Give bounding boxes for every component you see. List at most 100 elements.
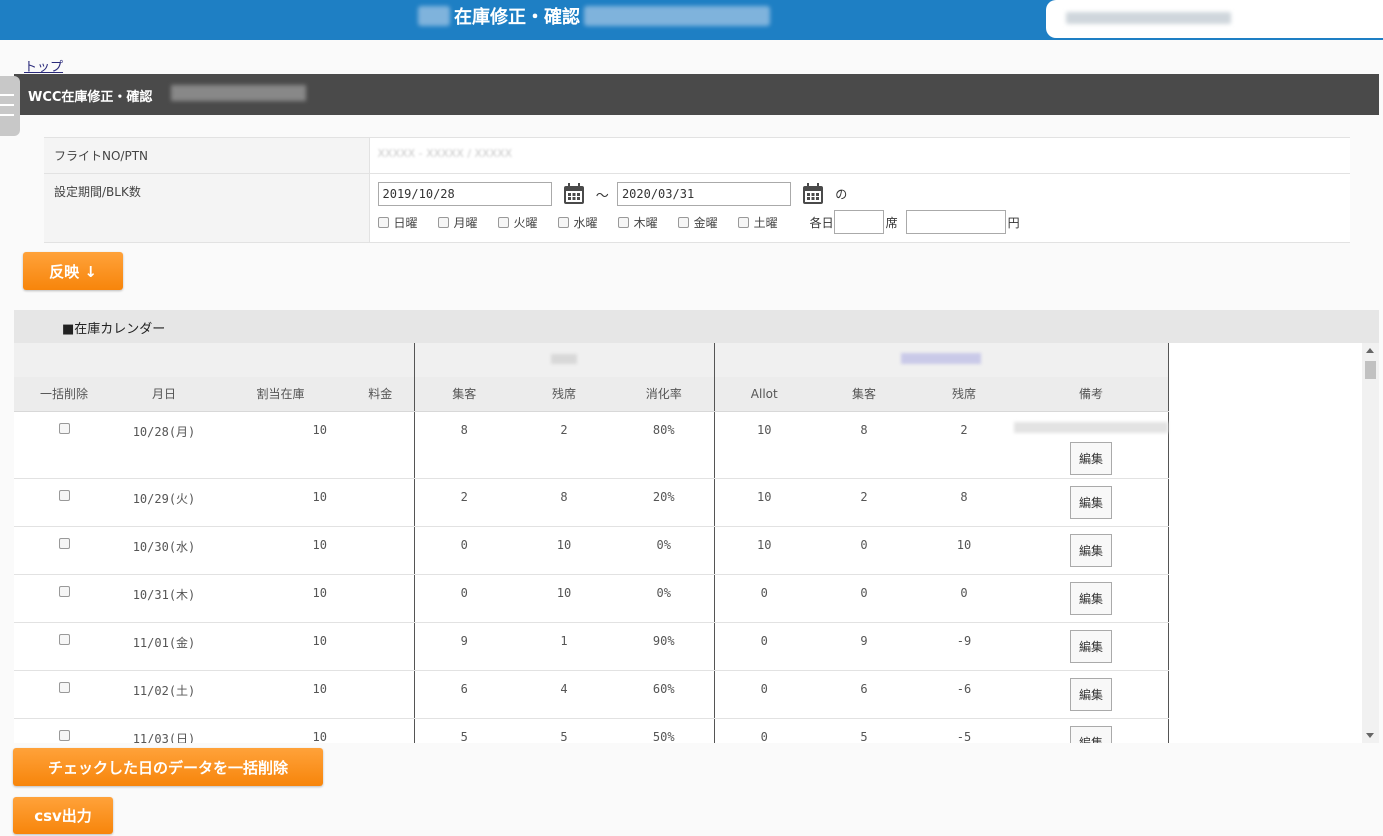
start-date-input[interactable]: 2019/10/28 — [377, 182, 552, 206]
user-info-box[interactable] — [1046, 0, 1383, 38]
edit-button[interactable]: 編集 — [1069, 533, 1112, 567]
cell-booked: 0 — [814, 526, 914, 575]
cell-checkbox — [14, 526, 114, 575]
edit-button[interactable]: 編集 — [1069, 725, 1112, 743]
edit-button[interactable]: 編集 — [1069, 485, 1112, 519]
cell-remarks: 編集 — [1014, 718, 1169, 743]
cell-allocated: 10 — [214, 526, 347, 575]
edit-button[interactable]: 編集 — [1069, 629, 1112, 663]
checkbox[interactable] — [617, 216, 629, 228]
scroll-down-icon[interactable] — [1366, 733, 1374, 738]
partner-group-header[interactable] — [713, 343, 1169, 377]
cell-booked: 6 — [814, 670, 914, 719]
col-remaining: 残席 — [914, 377, 1014, 412]
weekday-fri[interactable]: 金曜 — [677, 214, 718, 231]
cell-booked: 2 — [814, 478, 914, 527]
weekday-tue[interactable]: 火曜 — [497, 214, 538, 231]
price-input[interactable] — [905, 210, 1006, 234]
cell-wcc-remaining: 2 — [514, 411, 614, 479]
table-row: 11/02(土) 10 6 4 60% 0 6 -6 編集 — [14, 670, 1169, 719]
col-allocated: 割当在庫 — [214, 377, 347, 412]
cell-fee — [347, 478, 414, 527]
range-separator: 〜 — [595, 188, 609, 204]
col-consumption-rate: 消化率 — [614, 377, 714, 412]
table-row: 11/03(日) 10 5 5 50% 0 5 -5 編集 — [14, 718, 1169, 743]
scroll-up-icon[interactable] — [1366, 348, 1374, 353]
csv-export-button[interactable]: csv出力 — [13, 797, 113, 834]
row-delete-checkbox[interactable] — [58, 489, 70, 501]
cell-date: 10/28(月) — [114, 411, 214, 479]
checkbox[interactable] — [437, 216, 449, 228]
weekday-mon[interactable]: 月曜 — [437, 214, 478, 231]
calendar-icon[interactable] — [562, 182, 586, 206]
breadcrumb-top-link[interactable]: トップ — [24, 56, 63, 75]
cell-wcc-remaining: 10 — [514, 526, 614, 575]
grid-scrollbar[interactable] — [1362, 343, 1379, 743]
cell-allot: 10 — [713, 478, 814, 527]
bulk-delete-button[interactable]: チェックした日のデータを一括削除 — [13, 748, 323, 786]
yen-unit: 円 — [1007, 215, 1020, 230]
seats-input[interactable] — [833, 210, 884, 234]
weekday-thu[interactable]: 木曜 — [617, 214, 658, 231]
seats-unit: 席 — [885, 215, 898, 230]
cell-remarks: 編集 — [1014, 670, 1169, 719]
checkbox[interactable] — [557, 216, 569, 228]
side-menu-toggle[interactable] — [0, 76, 20, 136]
cell-allocated: 10 — [214, 478, 347, 527]
menu-bar-icon — [0, 94, 14, 96]
table-row: 11/01(金) 10 9 1 90% 0 9 -9 編集 — [14, 622, 1169, 671]
cell-wcc-remaining: 8 — [514, 478, 614, 527]
cell-date: 10/29(火) — [114, 478, 214, 527]
weekday-sun[interactable]: 日曜 — [377, 214, 418, 231]
checkbox[interactable] — [377, 216, 389, 228]
cell-remaining: 8 — [914, 478, 1014, 527]
flight-no-label: フライトNO/PTN — [44, 137, 370, 174]
cell-consumption-rate: 0% — [614, 574, 714, 623]
weekday-wed[interactable]: 水曜 — [557, 214, 598, 231]
edit-button[interactable]: 編集 — [1069, 581, 1112, 615]
inventory-grid: 一括削除 月日 割当在庫 料金 集客 残席 消化率 Allot 集客 残席 備考… — [14, 343, 1169, 743]
redacted-suffix — [584, 6, 770, 26]
each-day-label: 各日 — [809, 215, 834, 230]
edit-button[interactable]: 編集 — [1069, 677, 1112, 711]
row-delete-checkbox[interactable] — [58, 537, 70, 549]
cell-remarks: 編集 — [1014, 574, 1169, 623]
cell-consumption-rate: 60% — [614, 670, 714, 719]
checkbox[interactable] — [677, 216, 689, 228]
row-delete-checkbox[interactable] — [58, 422, 70, 434]
reflect-button[interactable]: 反映 ↓ — [23, 252, 123, 290]
cell-allocated: 10 — [214, 574, 347, 623]
cell-checkbox — [14, 670, 114, 719]
cell-date: 11/02(土) — [114, 670, 214, 719]
checkbox[interactable] — [737, 216, 749, 228]
row-delete-checkbox[interactable] — [58, 681, 70, 693]
cell-checkbox — [14, 478, 114, 527]
app-header: 在庫修正・確認 — [0, 0, 1383, 40]
inventory-grid-viewport[interactable]: 一括削除 月日 割当在庫 料金 集客 残席 消化率 Allot 集客 残席 備考… — [14, 343, 1379, 743]
end-date-input[interactable]: 2020/03/31 — [616, 182, 791, 206]
col-allot: Allot — [713, 377, 814, 412]
weekday-sat[interactable]: 土曜 — [737, 214, 778, 231]
cell-checkbox — [14, 574, 114, 623]
col-fee: 料金 — [347, 377, 414, 412]
cell-booked: 9 — [814, 622, 914, 671]
edit-button[interactable]: 編集 — [1069, 441, 1112, 475]
redacted-group-link — [901, 353, 982, 364]
cell-allocated: 10 — [214, 411, 347, 479]
header-title-group: 在庫修正・確認 — [418, 4, 770, 28]
scroll-thumb[interactable] — [1365, 361, 1376, 379]
checkbox[interactable] — [497, 216, 509, 228]
col-booked: 集客 — [814, 377, 914, 412]
cell-remaining: 0 — [914, 574, 1014, 623]
redacted-prefix — [418, 6, 450, 26]
row-delete-checkbox[interactable] — [58, 633, 70, 645]
row-delete-checkbox[interactable] — [58, 585, 70, 597]
cell-remaining: -6 — [914, 670, 1014, 719]
cell-allot: 0 — [713, 670, 814, 719]
row-delete-checkbox[interactable] — [58, 729, 70, 741]
calendar-icon[interactable] — [801, 182, 825, 206]
cell-wcc-booked: 0 — [413, 526, 514, 575]
redacted-remark — [1014, 421, 1168, 433]
cell-fee — [347, 526, 414, 575]
cell-wcc-booked: 5 — [413, 718, 514, 743]
